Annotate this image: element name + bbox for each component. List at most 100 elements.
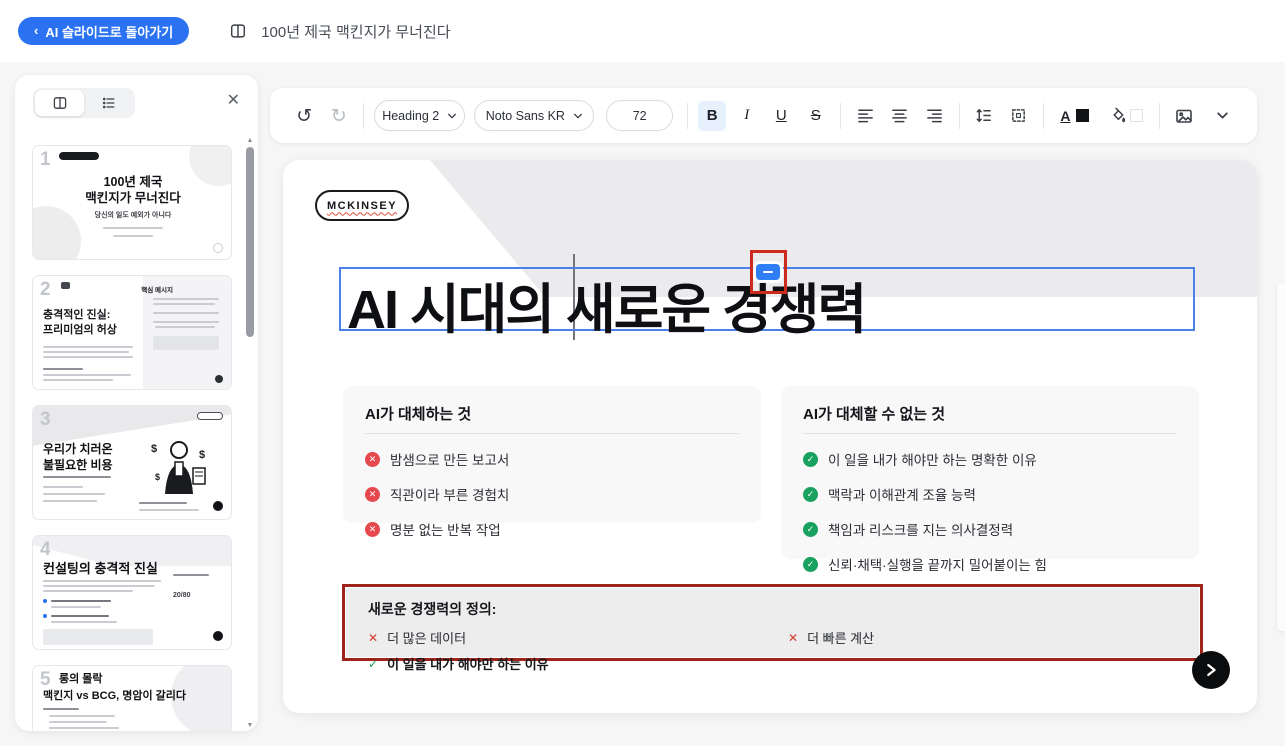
paint-bucket-icon (1113, 107, 1126, 123)
align-center-button[interactable] (886, 101, 915, 131)
list-item: ✓ 이 일을 내가 해야만 하는 명확한 이유 (803, 449, 1177, 469)
micro-text (139, 509, 199, 511)
font-size-input[interactable]: 72 (606, 100, 673, 131)
micro-text (43, 486, 83, 488)
micro-text (103, 227, 163, 229)
divider (958, 102, 960, 129)
slide-canvas[interactable]: MCKINSEY AI 시대의 새로운 경쟁력 AI가 대체하는 것 ✕ 밤샘으로… (283, 160, 1257, 713)
check-circle-icon: ✓ (803, 521, 818, 537)
micro-text (51, 615, 109, 617)
mckinsey-logo-badge[interactable]: MCKINSEY (315, 190, 409, 221)
style-value: Heading 2 (382, 108, 440, 123)
micro-text (51, 600, 111, 602)
thumbnail-view-button[interactable] (35, 90, 84, 116)
check-mark-icon: ✓ (368, 656, 379, 671)
sidebar-scrollbar[interactable]: ▲ ▼ (244, 137, 256, 729)
scroll-up-icon[interactable]: ▲ (246, 137, 254, 144)
mini-logo-pill (197, 412, 223, 420)
scroll-down-icon[interactable]: ▼ (246, 722, 254, 729)
micro-text (43, 346, 133, 348)
undo-button[interactable]: ↺ (290, 101, 319, 131)
summary-positive: ✓ 이 일을 내가 해야만 하는 이유 (368, 656, 549, 673)
thumb-title: 컨설팅의 충격적 진실 (43, 561, 158, 576)
font-size-value: 72 (632, 108, 647, 123)
micro-text (43, 374, 131, 376)
outline-view-button[interactable] (84, 90, 133, 116)
panel-view-toggle (33, 88, 135, 118)
slide-number: 5 (40, 669, 51, 690)
summary-box[interactable]: 새로운 경쟁력의 정의: ✕ 더 많은 데이터 ✕ 더 빠른 계산 ✓ 이 일을 내가… (346, 588, 1199, 672)
underline-button[interactable]: U (767, 101, 796, 131)
ai-cannot-replace-card[interactable]: AI가 대체할 수 없는 것 ✓ 이 일을 내가 해야만 하는 명확한 이유 ✓ 맥… (781, 386, 1199, 573)
ai-replaces-card[interactable]: AI가 대체하는 것 ✕ 밤샘으로 만든 보고서 ✕ 직관이라 부른 경험치 ✕ 명분… (343, 386, 761, 538)
divider (1042, 102, 1044, 129)
more-tools-button[interactable] (1209, 101, 1238, 131)
mini-pager-dot (215, 375, 223, 383)
italic-button[interactable]: I (732, 101, 761, 131)
summary-title: 새로운 경쟁력의 정의: (368, 601, 497, 617)
align-left-button[interactable] (851, 101, 880, 131)
list-item: ✕ 밤샘으로 만든 보고서 (365, 449, 739, 469)
mini-bullet (43, 614, 47, 618)
check-circle-icon: ✓ (803, 451, 818, 467)
image-icon (1176, 109, 1193, 123)
next-slide-preview-edge[interactable] (1277, 283, 1285, 631)
micro-text (43, 590, 133, 592)
micro-text (173, 574, 209, 576)
chevron-down-icon (573, 113, 582, 118)
micro-text (43, 580, 161, 582)
bold-button[interactable]: B (697, 100, 727, 131)
dashed-box-icon (1011, 109, 1025, 122)
text-color-swatch (1075, 109, 1089, 122)
thumb-title: 100년 제국 맥킨지가 무너진다 (85, 175, 181, 206)
svg-text:$: $ (199, 449, 205, 461)
line-height-button[interactable] (970, 101, 999, 131)
redo-icon: ↻ (330, 104, 347, 127)
align-right-button[interactable] (920, 101, 949, 131)
back-button-label: AI 슬라이드로 돌아가기 (45, 24, 174, 40)
text-color-button[interactable]: A (1054, 101, 1096, 131)
mini-pager-dot (213, 501, 223, 511)
micro-text (43, 379, 113, 381)
micro-text (49, 715, 115, 717)
slide-thumbnail-2[interactable]: 2 충격적인 진실: 프리미엄의 허상 핵심 메시지 (32, 275, 232, 390)
list-item: ✕ 직관이라 부른 경험치 (365, 484, 739, 504)
strikethrough-button[interactable]: S (802, 101, 831, 131)
insert-image-button[interactable] (1170, 101, 1199, 131)
top-header: ‹ AI 슬라이드로 돌아가기 100년 제국 맥킨지가 무너진다 (0, 0, 1285, 62)
micro-text (43, 351, 129, 353)
thumb-subtitle: 당신의 일도 예외가 아니다 (94, 212, 172, 219)
svg-text:$: $ (155, 472, 160, 482)
back-to-slides-button[interactable]: ‹ AI 슬라이드로 돌아가기 (18, 17, 190, 45)
paragraph-style-select[interactable]: Heading 2 (374, 100, 466, 131)
micro-text (153, 298, 219, 300)
slide-panel: ✕ 1 100년 제국 맥킨지가 무너진다 당신의 일도 예외가 아니다 2 충… (15, 75, 258, 731)
mini-pager-dot (213, 631, 223, 641)
mini-highlight-box (153, 336, 219, 350)
slide-thumbnail-5[interactable]: 5 롱의 몰락 맥킨지 vs BCG, 명암이 갈리다 (32, 665, 232, 731)
micro-text (51, 621, 117, 623)
slide-number: 4 (40, 539, 51, 560)
slide-background: MCKINSEY AI 시대의 새로운 경쟁력 AI가 대체하는 것 ✕ 밤샘으로… (283, 160, 1257, 713)
slide-thumbnail-3[interactable]: 3 우리가 치러온 불필요한 비용 $ $ $ (32, 405, 232, 520)
micro-text (49, 727, 119, 729)
scrollbar-thumb[interactable] (246, 147, 254, 337)
selection-handle[interactable] (756, 264, 780, 280)
next-slide-button[interactable] (1192, 651, 1230, 689)
slide-thumbnail-1[interactable]: 1 100년 제국 맥킨지가 무너진다 당신의 일도 예외가 아니다 (32, 145, 232, 260)
x-circle-icon: ✕ (365, 451, 380, 467)
slide-thumbnail-4[interactable]: 4 컨설팅의 충격적 진실 20/80 (32, 535, 232, 650)
micro-text (155, 326, 215, 328)
font-family-select[interactable]: Noto Sans KR (474, 100, 595, 131)
micro-text (153, 303, 215, 305)
fill-color-button[interactable] (1103, 101, 1149, 131)
x-circle-icon: ✕ (365, 521, 380, 537)
check-circle-icon: ✓ (803, 556, 818, 572)
redo-button[interactable]: ↻ (325, 101, 354, 131)
card-title: AI가 대체하는 것 (365, 403, 739, 434)
mini-bubble-icon (61, 282, 70, 289)
chevron-right-icon (1207, 663, 1216, 677)
font-value: Noto Sans KR (485, 108, 565, 123)
close-panel-button[interactable]: ✕ (227, 90, 240, 110)
select-area-button[interactable] (1004, 101, 1033, 131)
